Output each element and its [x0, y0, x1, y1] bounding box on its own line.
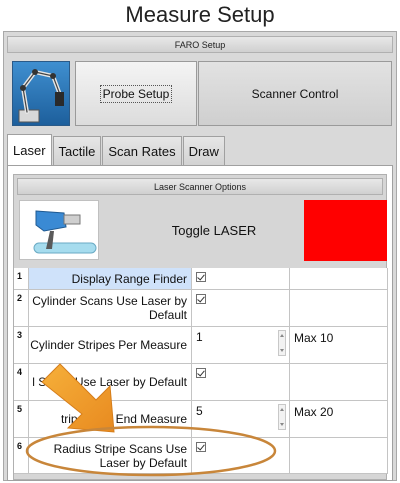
- cylinder-stripes-value[interactable]: 1: [196, 330, 203, 344]
- option-number: 6: [14, 438, 29, 474]
- toggle-laser-button[interactable]: Toggle LASER: [119, 200, 309, 260]
- option-label: Cylinder Scans Use Laser by Default: [29, 290, 192, 327]
- spinner-icon[interactable]: [278, 330, 286, 356]
- faro-arm-icon: [12, 61, 70, 126]
- laser-scanner-icon: [19, 200, 99, 260]
- checkbox-checked-icon[interactable]: [196, 272, 206, 282]
- option-row: 5 tripes Per End Measure 5 Max 20: [14, 401, 388, 438]
- checkbox-checked-icon[interactable]: [196, 368, 206, 378]
- option-number: 2: [14, 290, 29, 327]
- options-tabs: Laser Tactile Scan Rates Draw: [7, 134, 226, 166]
- option-max: [290, 268, 388, 290]
- scans-use-laser-checkbox[interactable]: [192, 364, 290, 401]
- option-number: 4: [14, 364, 29, 401]
- tab-draw[interactable]: Draw: [182, 136, 225, 166]
- end-stripes-input[interactable]: 5: [192, 401, 290, 438]
- option-number: 1: [14, 268, 29, 290]
- option-row: 1 Display Range Finder: [14, 268, 388, 290]
- laser-tab-panel: Laser Scanner Options Toggle LASER 1 Dis…: [7, 165, 393, 481]
- option-label: l Scans Use Laser by Default: [29, 364, 192, 401]
- display-range-finder-checkbox[interactable]: [192, 268, 290, 290]
- tab-scan-rates[interactable]: Scan Rates: [102, 136, 182, 166]
- option-max: [290, 438, 388, 474]
- laser-scanner-options: Laser Scanner Options Toggle LASER 1 Dis…: [13, 174, 388, 480]
- window-title: Measure Setup: [125, 2, 275, 27]
- cylinder-scans-laser-checkbox[interactable]: [192, 290, 290, 327]
- scanner-control-button[interactable]: Scanner Control: [198, 61, 392, 126]
- cylinder-stripes-input[interactable]: 1: [192, 327, 290, 364]
- option-label: tripes Per End Measure: [29, 401, 192, 438]
- option-max: [290, 364, 388, 401]
- checkbox-checked-icon[interactable]: [196, 294, 206, 304]
- faro-setup-header: FARO Setup: [7, 36, 393, 53]
- option-max: Max 10: [290, 327, 388, 364]
- laser-options-header: Laser Scanner Options: [17, 178, 383, 195]
- probe-setup-label: Probe Setup: [99, 84, 173, 103]
- option-number: 3: [14, 327, 29, 364]
- option-max: Max 20: [290, 401, 388, 438]
- faro-setup-panel: FARO Setup Probe Setup Scanner Control L…: [3, 31, 397, 481]
- tab-tactile[interactable]: Tactile: [52, 136, 102, 166]
- radius-stripe-laser-checkbox[interactable]: [192, 438, 290, 474]
- end-stripes-value[interactable]: 5: [196, 404, 203, 418]
- option-label: Cylinder Stripes Per Measure: [29, 327, 192, 364]
- option-row: 2 Cylinder Scans Use Laser by Default: [14, 290, 388, 327]
- probe-setup-button[interactable]: Probe Setup: [75, 61, 197, 126]
- option-number: 5: [14, 401, 29, 438]
- option-row: 6 Radius Stripe Scans Use Laser by Defau…: [14, 438, 388, 474]
- checkbox-checked-icon[interactable]: [196, 442, 206, 452]
- option-row: 4 l Scans Use Laser by Default: [14, 364, 388, 401]
- option-label: Display Range Finder: [29, 268, 192, 290]
- laser-status-indicator[interactable]: [304, 200, 387, 261]
- tab-laser[interactable]: Laser: [7, 134, 52, 166]
- option-row: 3 Cylinder Stripes Per Measure 1 Max 10: [14, 327, 388, 364]
- option-max: [290, 290, 388, 327]
- spinner-icon[interactable]: [278, 404, 286, 430]
- option-label: Radius Stripe Scans Use Laser by Default: [29, 438, 192, 474]
